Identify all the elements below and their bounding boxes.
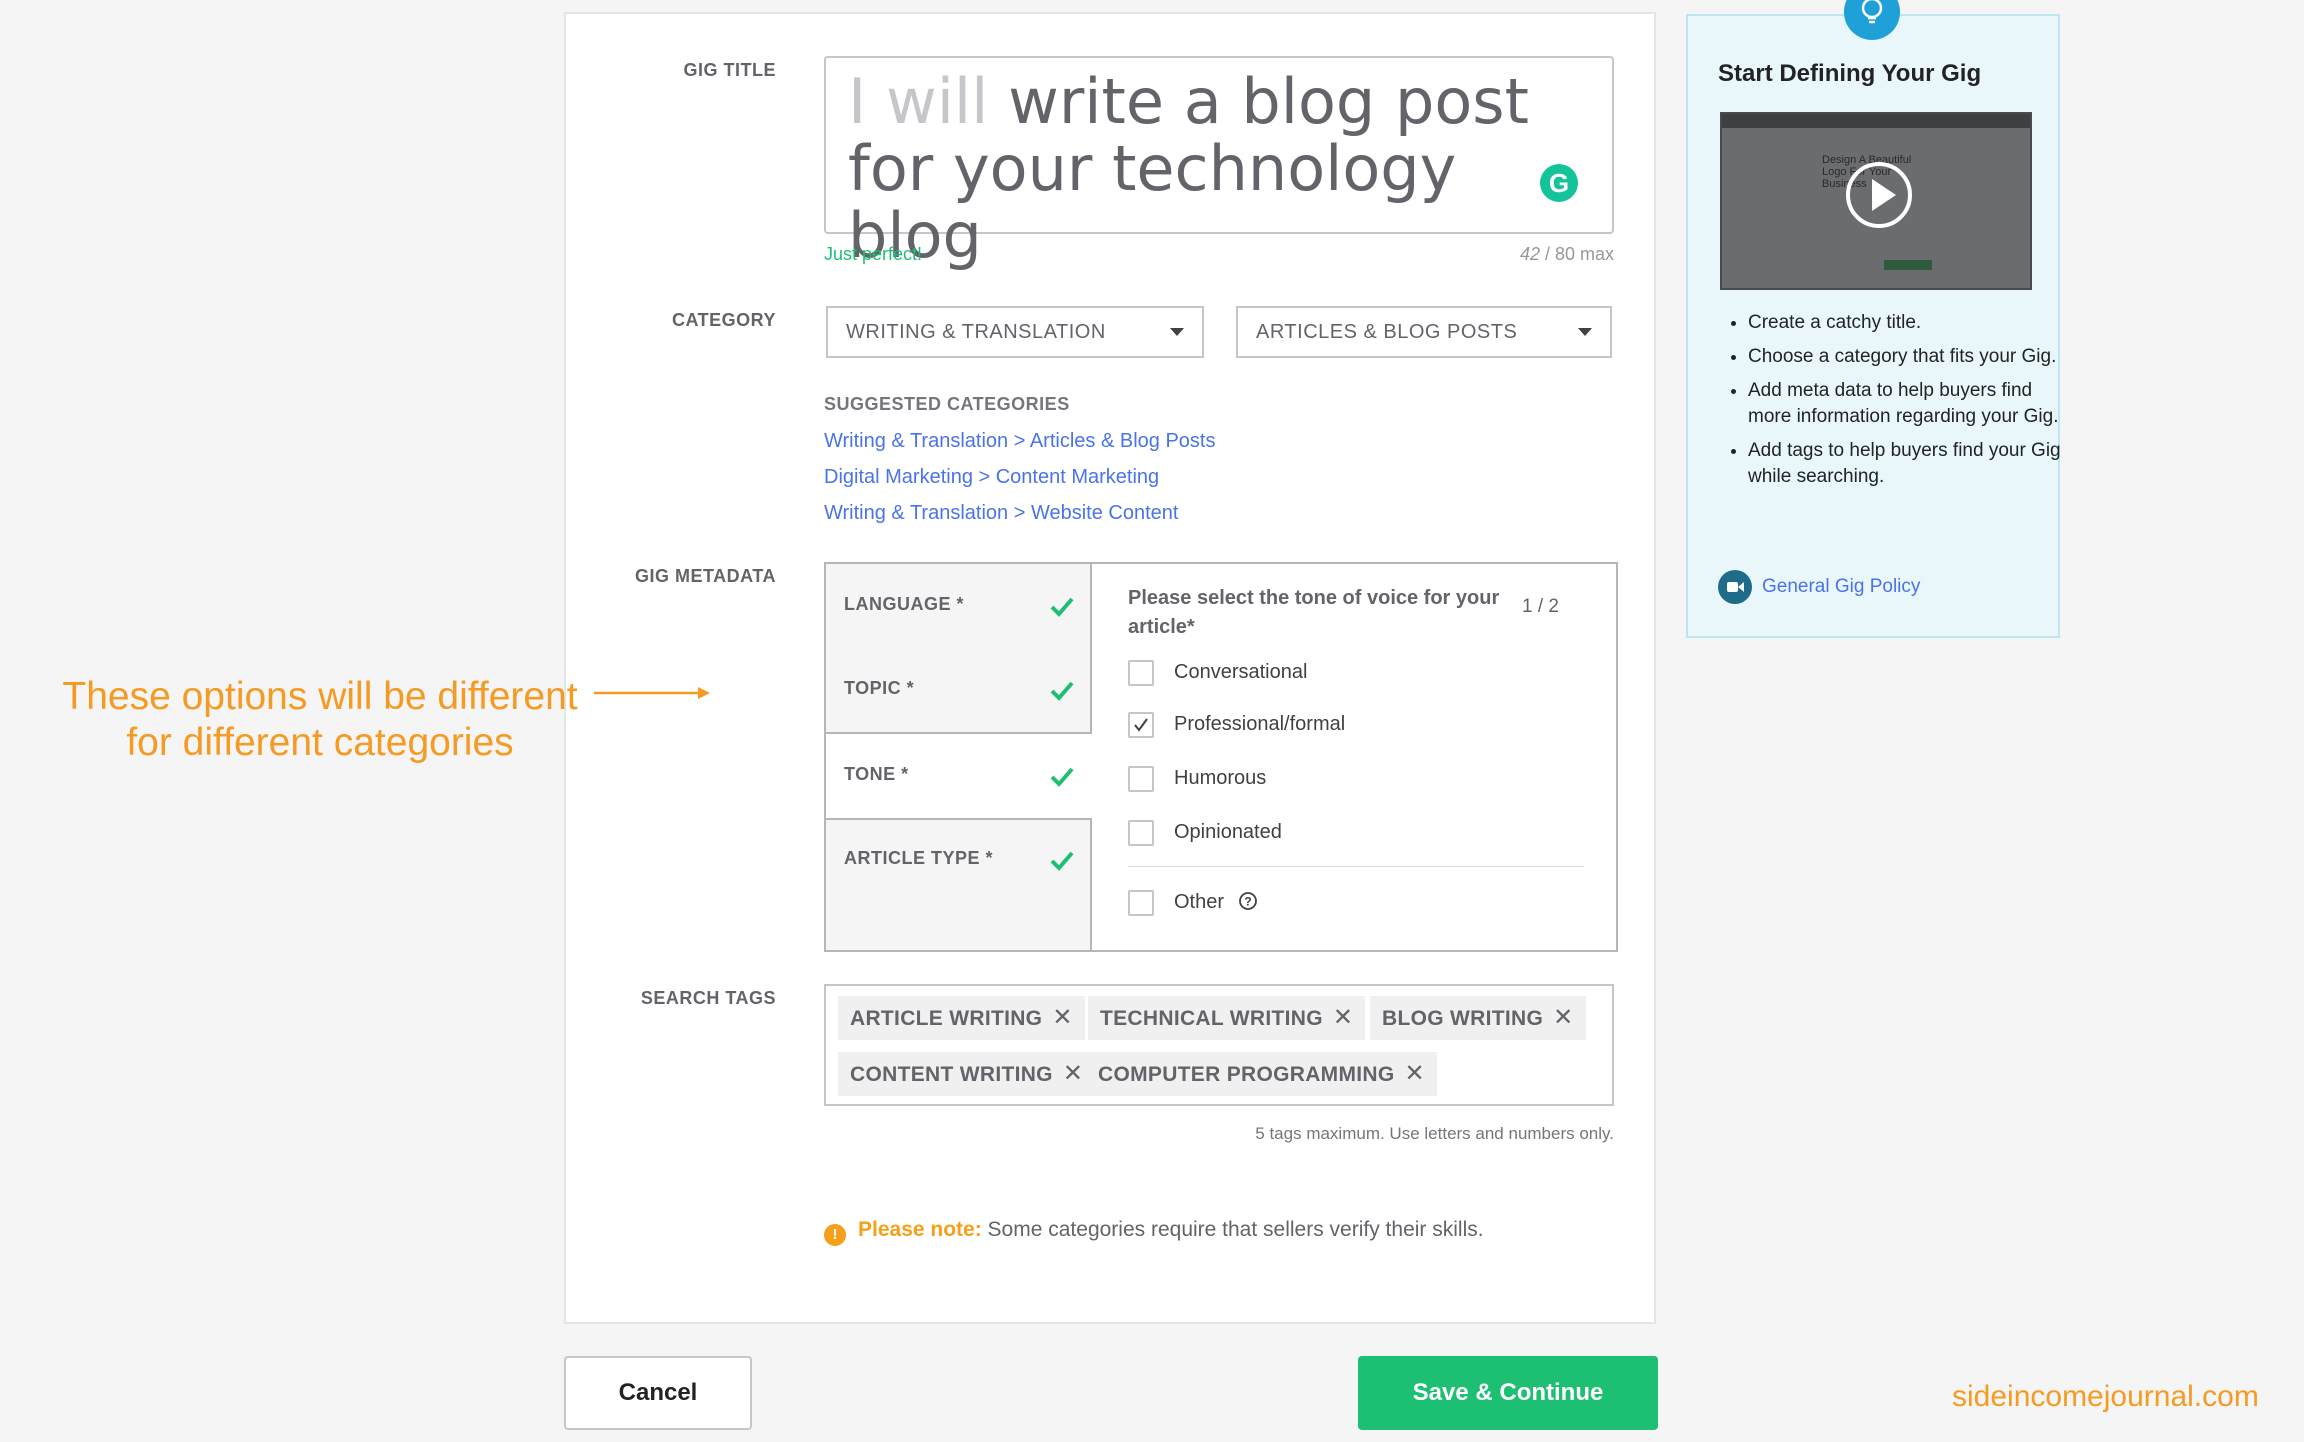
gig-title-input[interactable]: I will write a blog post for your techno… [824, 56, 1614, 269]
tag-label: TECHNICAL WRITING [1100, 1007, 1323, 1030]
chevron-down-icon [1170, 328, 1184, 336]
metadata-tabs-top: LANGUAGE * TOPIC * [826, 564, 1092, 732]
gig-title-label: GIG TITLE [683, 60, 776, 80]
tab-language[interactable]: LANGUAGE * [844, 594, 964, 615]
metadata-tabs-bottom: ARTICLE TYPE * [826, 820, 1092, 950]
gig-metadata-label: GIG METADATA [635, 566, 776, 586]
primary-category-value: WRITING & TRANSLATION [846, 321, 1106, 343]
checkbox-checked[interactable] [1128, 712, 1154, 738]
video-camera-icon [1718, 570, 1752, 604]
tag-chip: ARTICLE WRITING ✕ [838, 996, 1085, 1040]
gig-title-text[interactable]: I will write a blog post for your techno… [848, 68, 1548, 269]
policy-label[interactable]: General Gig Policy [1762, 576, 1920, 597]
suggested-category-link[interactable]: Writing & Translation > Articles & Blog … [824, 430, 1215, 453]
panel-title: Start Defining Your Gig [1718, 60, 1982, 87]
checkmark-icon [1134, 718, 1148, 732]
tab-article-type[interactable]: ARTICLE TYPE * [844, 848, 993, 869]
checkbox[interactable] [1128, 890, 1154, 916]
note-text: Some categories require that sellers ver… [981, 1218, 1484, 1241]
char-count-current: 42 [1519, 244, 1540, 264]
tag-chip: COMPUTER PROGRAMMING ✕ [1086, 1052, 1437, 1096]
lightbulb-icon [1844, 0, 1900, 40]
verification-note: ! Please note: Some categories require th… [824, 1218, 1484, 1246]
metadata-panel: LANGUAGE * TOPIC * TONE * ARTICLE TYPE *… [824, 562, 1618, 952]
tip-item: Add tags to help buyers find your Gig wh… [1748, 438, 2068, 490]
gig-policy-link[interactable]: General Gig Policy [1718, 570, 1920, 604]
suggested-category-link[interactable]: Digital Marketing > Content Marketing [824, 466, 1159, 489]
save-continue-button[interactable]: Save & Continue [1358, 1356, 1658, 1430]
tips-panel: Start Defining Your Gig Design A Beautif… [1686, 14, 2061, 638]
tag-label: ARTICLE WRITING [850, 1007, 1043, 1030]
char-count-max: / 80 max [1539, 244, 1614, 264]
option-other-text: Other [1174, 891, 1225, 913]
options-divider [1128, 866, 1584, 867]
close-icon[interactable]: ✕ [1553, 1004, 1573, 1031]
tags-hint: 5 tags maximum. Use letters and numbers … [1255, 1124, 1614, 1143]
suggested-categories-title: SUGGESTED CATEGORIES [824, 394, 1070, 414]
close-icon[interactable]: ✕ [1063, 1060, 1083, 1087]
lightbulb-glyph [1861, 0, 1883, 24]
option-label: Professional/formal [1174, 713, 1346, 735]
tutorial-video[interactable]: Design A Beautiful Logo For Your Busines… [1720, 112, 2032, 290]
chevron-down-icon [1578, 328, 1592, 336]
search-tags-label: SEARCH TAGS [640, 988, 776, 1008]
checkbox[interactable] [1128, 766, 1154, 792]
annotation-line-1: These options will be different [62, 675, 578, 718]
question-pager: 1 / 2 [1522, 596, 1559, 617]
tab-tone[interactable]: TONE * [844, 764, 909, 785]
cancel-button[interactable]: Cancel [564, 1356, 752, 1430]
play-icon[interactable] [1846, 162, 1912, 228]
tip-item: Add meta data to help buyers find more i… [1748, 378, 2068, 430]
video-mock-button [1884, 260, 1932, 270]
tip-item: Create a catchy title. [1748, 310, 2068, 336]
tab-tone-active[interactable]: TONE * [826, 732, 1092, 820]
tag-chip: TECHNICAL WRITING ✕ [1088, 996, 1366, 1040]
tag-chip: BLOG WRITING ✕ [1370, 996, 1586, 1040]
option-label: Opinionated [1174, 821, 1282, 843]
secondary-category-select[interactable]: ARTICLES & BLOG POSTS [1236, 306, 1612, 358]
checkmark-icon [1050, 767, 1074, 787]
option-label: Humorous [1174, 767, 1267, 789]
tag-chip: CONTENT WRITING ✕ [838, 1052, 1096, 1096]
tag-label: COMPUTER PROGRAMMING [1098, 1063, 1395, 1086]
video-topbar [1722, 114, 2030, 128]
secondary-category-value: ARTICLES & BLOG POSTS [1256, 321, 1518, 343]
checkbox[interactable] [1128, 660, 1154, 686]
close-icon[interactable]: ✕ [1052, 1004, 1072, 1031]
tag-label: BLOG WRITING [1382, 1007, 1544, 1030]
option-label: Other ? [1174, 891, 1258, 914]
close-icon[interactable]: ✕ [1333, 1004, 1353, 1031]
note-warning-label: Please note: [858, 1218, 982, 1241]
category-label: CATEGORY [671, 310, 776, 330]
checkbox[interactable] [1128, 820, 1154, 846]
close-icon[interactable]: ✕ [1405, 1060, 1425, 1087]
annotation-text: These options will be different for diff… [40, 674, 600, 766]
checkmark-icon [1050, 681, 1074, 701]
checkmark-icon [1050, 597, 1074, 617]
primary-category-select[interactable]: WRITING & TRANSLATION [826, 306, 1204, 358]
annotation-line-2: for different categories [126, 721, 514, 764]
tab-topic[interactable]: TOPIC * [844, 678, 914, 699]
tips-list: Create a catchy title. Choose a category… [1718, 310, 2068, 498]
option-label: Conversational [1174, 661, 1308, 683]
suggested-category-link[interactable]: Writing & Translation > Website Content [824, 502, 1178, 525]
help-icon[interactable]: ? [1238, 891, 1258, 911]
tip-item: Choose a category that fits your Gig. [1748, 344, 2068, 370]
info-icon: ! [824, 1224, 846, 1246]
tone-question: Please select the tone of voice for your… [1128, 587, 1500, 638]
annotation-arrow-icon [594, 687, 710, 699]
search-tags-input[interactable]: ARTICLE WRITING ✕ TECHNICAL WRITING ✕ BLOG… [824, 984, 1614, 1106]
grammarly-icon[interactable]: G [1540, 164, 1578, 202]
title-validation-message: Just perfect! [824, 244, 923, 264]
svg-text:?: ? [1244, 895, 1251, 909]
title-char-count: 42 / 80 max [1460, 244, 1614, 265]
tag-label: CONTENT WRITING [850, 1063, 1053, 1086]
checkmark-icon [1050, 851, 1074, 871]
watermark: sideincomejournal.com [1952, 1380, 2259, 1413]
gig-title-prefix: I will [848, 65, 989, 138]
